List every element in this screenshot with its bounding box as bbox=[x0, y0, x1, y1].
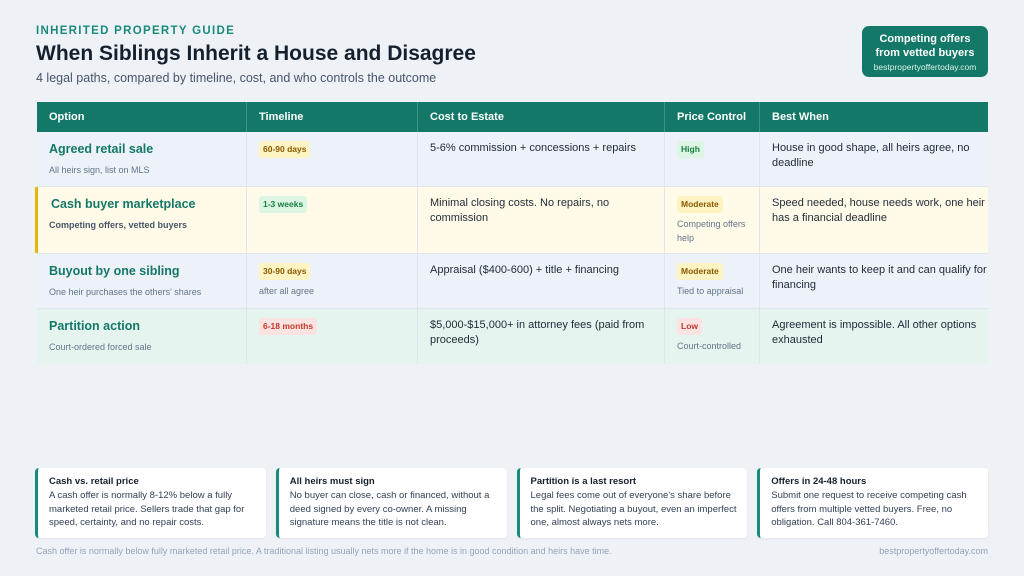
footer-url[interactable]: bestpropertyoffertoday.com bbox=[879, 546, 988, 556]
card-title: Partition is a last resort bbox=[530, 476, 637, 487]
timeline-cell: 30-90 days after all agree bbox=[247, 254, 418, 308]
option-name: Buyout by one sibling bbox=[49, 264, 180, 278]
option-name: Cash buyer marketplace bbox=[51, 197, 196, 211]
option-cell: Agreed retail sale All heirs sign, list … bbox=[37, 132, 247, 186]
card-title: Cash vs. retail price bbox=[49, 476, 139, 487]
timeline-note: after all agree bbox=[259, 286, 315, 296]
cta-line-1: Competing offers bbox=[879, 33, 971, 45]
timeline-cell: 6-18 months bbox=[247, 309, 418, 364]
comparison-table: Option Timeline Cost to Estate Price Con… bbox=[35, 102, 988, 364]
price-control-cell: High bbox=[665, 132, 760, 186]
card-body: No buyer can close, cash or financed, wi… bbox=[289, 490, 490, 528]
option-description: Competing offers, vetted buyers bbox=[49, 220, 188, 230]
column-header-timeline: Timeline bbox=[247, 102, 418, 132]
best-when-cell: One heir wants to keep it and can qualif… bbox=[772, 264, 987, 291]
best-when-cell: House in good shape, all heirs agree, no… bbox=[772, 142, 970, 169]
cta-button[interactable]: Competing offers from vetted buyers best… bbox=[862, 26, 988, 77]
page-subtitle: 4 legal paths, compared by timeline, cos… bbox=[36, 71, 437, 85]
option-cell: Cash buyer marketplace Competing offers,… bbox=[37, 187, 247, 253]
option-description: All heirs sign, list on MLS bbox=[49, 165, 150, 175]
column-header-option: Option bbox=[37, 102, 247, 132]
price-control-cell: Moderate Tied to appraisal bbox=[665, 254, 760, 308]
option-description: Court-ordered forced sale bbox=[49, 342, 152, 352]
option-cell: Partition action Court-ordered forced sa… bbox=[37, 309, 247, 364]
price-control-note: Tied to appraisal bbox=[677, 286, 744, 296]
timeline-cell: 1-3 weeks bbox=[247, 187, 418, 253]
price-control-cell: Moderate Competing offers help bbox=[665, 187, 760, 253]
price-control-badge: Moderate bbox=[677, 196, 723, 213]
column-header-cost: Cost to Estate bbox=[418, 102, 665, 132]
price-control-note: Competing offers help bbox=[677, 219, 746, 243]
column-header-best-when: Best When bbox=[772, 111, 829, 123]
timeline-badge: 60-90 days bbox=[259, 141, 311, 158]
card-body: Legal fees come out of everyone's share … bbox=[530, 490, 737, 528]
cost-cell: 5-6% commission + concessions + repairs bbox=[418, 132, 665, 186]
table-row: Buyout by one sibling One heir purchases… bbox=[37, 254, 988, 309]
cta-line-2: from vetted buyers bbox=[875, 47, 975, 59]
timeline-badge: 6-18 months bbox=[259, 318, 318, 335]
cost-cell: Minimal closing costs. No repairs, no co… bbox=[418, 187, 665, 253]
price-control-badge: Low bbox=[677, 318, 702, 335]
option-description: One heir purchases the others' shares bbox=[49, 287, 202, 297]
table-header-row: Option Timeline Cost to Estate Price Con… bbox=[37, 102, 988, 132]
info-card-all-heirs-sign: All heirs must sign No buyer can close, … bbox=[275, 468, 507, 538]
option-name: Partition action bbox=[49, 319, 140, 333]
card-body: A cash offer is normally 8-12% below a f… bbox=[49, 490, 245, 528]
info-card-cash-vs-retail: Cash vs. retail price A cash offer is no… bbox=[35, 468, 266, 538]
footer-note: Cash offer is normally below fully marke… bbox=[36, 546, 612, 556]
price-control-badge: High bbox=[677, 141, 704, 158]
cost-cell: $5,000-$15,000+ in attorney fees (paid f… bbox=[418, 309, 665, 364]
eyebrow: INHERITED PROPERTY GUIDE bbox=[36, 25, 236, 37]
table-row-highlighted: Cash buyer marketplace Competing offers,… bbox=[35, 187, 988, 254]
card-title: Offers in 24-48 hours bbox=[771, 476, 867, 487]
info-cards: Cash vs. retail price A cash offer is no… bbox=[35, 468, 988, 538]
card-body: Submit one request to receive competing … bbox=[771, 490, 967, 528]
info-card-offers: Offers in 24-48 hours Submit one request… bbox=[757, 468, 988, 538]
info-card-partition: Partition is a last resort Legal fees co… bbox=[516, 468, 748, 538]
table-row: Agreed retail sale All heirs sign, list … bbox=[37, 132, 988, 187]
price-control-note: Court-controlled bbox=[677, 341, 742, 351]
cta-url[interactable]: bestpropertyoffertoday.com bbox=[862, 62, 988, 72]
best-when-cell: Speed needed, house needs work, one heir… bbox=[772, 197, 985, 224]
timeline-badge: 1-3 weeks bbox=[259, 196, 308, 213]
page-title: When Siblings Inherit a House and Disagr… bbox=[36, 42, 476, 65]
price-control-badge: Moderate bbox=[677, 263, 723, 280]
column-header-price-control: Price Control bbox=[665, 102, 760, 132]
card-title: All heirs must sign bbox=[289, 476, 375, 487]
table-row: Partition action Court-ordered forced sa… bbox=[37, 309, 988, 364]
best-when-cell: Agreement is impossible. All other optio… bbox=[772, 319, 977, 346]
price-control-cell: Low Court-controlled bbox=[665, 309, 760, 364]
option-cell: Buyout by one sibling One heir purchases… bbox=[37, 254, 247, 308]
footer: Cash offer is normally below fully marke… bbox=[36, 546, 988, 556]
option-name: Agreed retail sale bbox=[49, 142, 154, 156]
cost-cell: Appraisal ($400-600) + title + financing bbox=[418, 254, 665, 308]
timeline-cell: 60-90 days bbox=[247, 132, 418, 186]
timeline-badge: 30-90 days bbox=[259, 263, 311, 280]
